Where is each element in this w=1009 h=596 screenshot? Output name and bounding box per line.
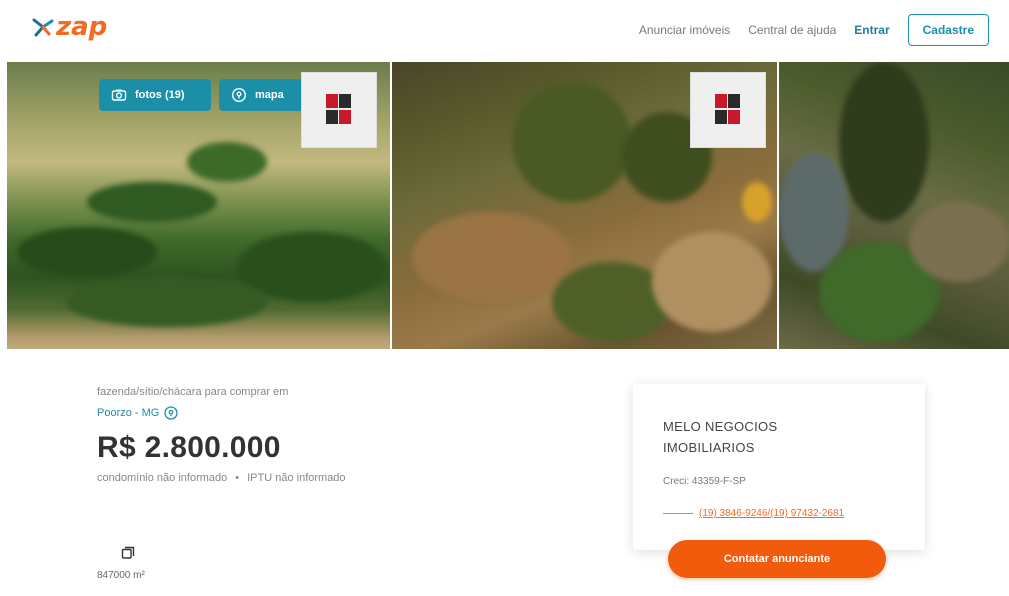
area-feature: 847000 m²	[97, 546, 177, 581]
phone-numbers[interactable]: (19) 3846-9246/(19) 97432-2681	[699, 508, 844, 519]
agency-phones[interactable]: (19) 3846-9246/(19) 97432-2681	[663, 508, 844, 519]
camera-icon	[111, 89, 127, 101]
logo-text: zap	[56, 12, 108, 42]
gallery-photo-2[interactable]	[392, 62, 777, 349]
condo-fee: condomínio não informado	[97, 472, 228, 484]
nav-announce-link[interactable]: Anunciar imóveis	[639, 23, 730, 37]
phone-prefix-line	[663, 513, 693, 514]
nav-login-link[interactable]: Entrar	[854, 23, 889, 37]
top-nav: Anunciar imóveis Central de ajuda Entrar…	[639, 14, 989, 46]
gallery-photo-1[interactable]: fotos (19) mapa	[7, 62, 390, 349]
photo-gallery: fotos (19) mapa	[7, 62, 1009, 349]
map-pin-icon	[231, 87, 247, 103]
photos-chip[interactable]: fotos (19)	[99, 79, 211, 111]
signup-button[interactable]: Cadastre	[907, 14, 989, 46]
listing-fees: condomínio não informado • IPTU não info…	[97, 472, 517, 484]
contact-card: MELO NEGOCIOS IMOBILIARIOS Creci: 43359-…	[633, 384, 925, 550]
area-value: 847000 m²	[97, 570, 145, 581]
photos-chip-label: fotos (19)	[135, 89, 185, 101]
zap-logo[interactable]: zap	[32, 14, 107, 40]
listing-location[interactable]: Poorzo - MG	[97, 406, 517, 420]
agency-logo-thumb	[301, 72, 377, 148]
site-header: zap Anunciar imóveis Central de ajuda En…	[0, 0, 1009, 62]
location-pin-icon	[164, 406, 179, 420]
listing-info: fazenda/sítio/chácara para comprar em Po…	[97, 385, 517, 484]
agency-name[interactable]: MELO NEGOCIOS IMOBILIARIOS	[663, 416, 863, 458]
iptu-fee: IPTU não informado	[247, 472, 346, 484]
listing-price: R$ 2.800.000	[97, 431, 281, 464]
location-text: Poorzo - MG	[97, 407, 160, 419]
map-chip[interactable]: mapa	[219, 79, 307, 111]
contact-advertiser-button[interactable]: Contatar anunciante	[668, 540, 886, 578]
agency-logo-icon	[715, 94, 741, 126]
fee-separator: •	[235, 472, 240, 484]
zap-logo-icon	[32, 16, 54, 38]
agency-logo-icon	[326, 94, 352, 126]
listing-subtitle: fazenda/sítio/chácara para comprar em	[97, 386, 289, 398]
nav-help-link[interactable]: Central de ajuda	[748, 23, 836, 37]
map-chip-label: mapa	[255, 89, 284, 101]
agency-creci: Creci: 43359-F-SP	[663, 476, 746, 487]
agency-logo-thumb-2	[690, 72, 766, 148]
area-icon	[121, 546, 135, 559]
gallery-photo-3[interactable]	[779, 62, 1009, 349]
